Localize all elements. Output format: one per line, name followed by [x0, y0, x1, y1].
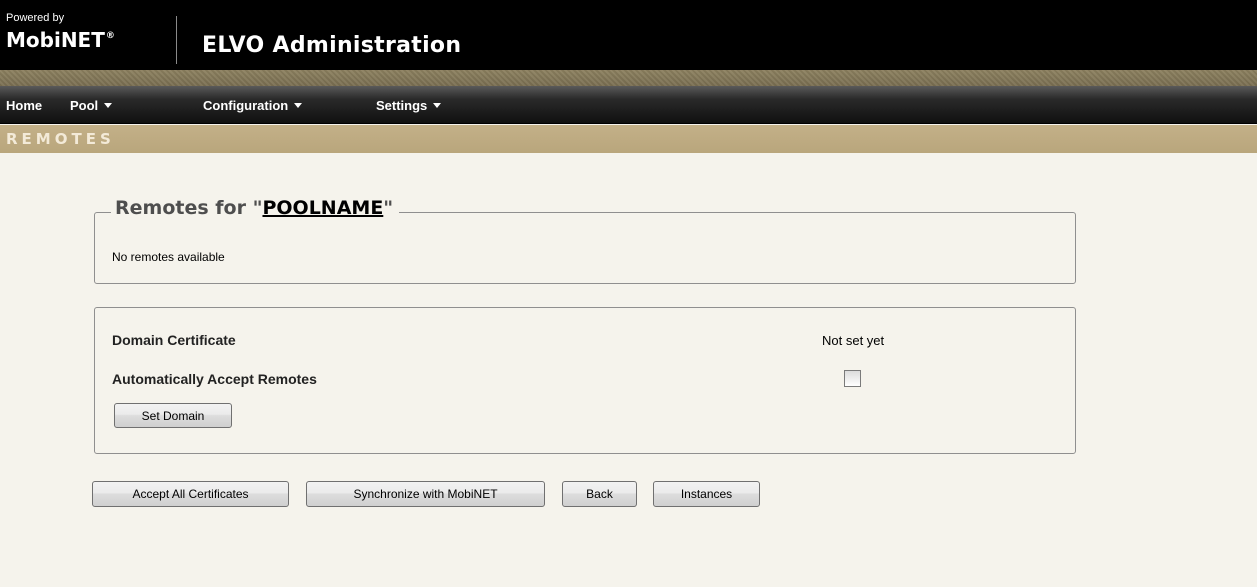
page-title: REMOTES — [6, 130, 115, 148]
domain-certificate-label: Domain Certificate — [112, 332, 236, 348]
pool-name-link[interactable]: POOLNAME — [262, 197, 383, 219]
no-remotes-message: No remotes available — [112, 250, 225, 264]
powered-by-text: Powered by — [6, 12, 65, 24]
nav-configuration-label: Configuration — [203, 98, 289, 113]
nav-home-label: Home — [6, 98, 43, 113]
instances-button[interactable]: Instances — [653, 481, 760, 507]
auto-accept-checkbox[interactable] — [844, 370, 861, 387]
nav-pool[interactable]: Pool — [70, 98, 113, 114]
app-title: ELVO Administration — [202, 33, 462, 58]
synchronize-button[interactable]: Synchronize with MobiNET — [306, 481, 545, 507]
brand-name: MobiNET — [6, 28, 105, 52]
registered-mark: ® — [105, 31, 115, 41]
remotes-fieldset: Remotes for "POOLNAME" No remotes availa… — [94, 195, 1076, 284]
section-header: REMOTES — [0, 125, 1257, 153]
legend-prefix: Remotes for " — [115, 197, 263, 219]
nav-pool-label: Pool — [70, 98, 99, 113]
domain-fieldset: Domain Certificate Not set yet Automatic… — [94, 307, 1076, 454]
header-texture-band — [0, 70, 1257, 86]
mobinet-logo: MobiNET® — [6, 25, 115, 51]
accept-all-certificates-button[interactable]: Accept All Certificates — [92, 481, 289, 507]
remotes-legend: Remotes for "POOLNAME" — [111, 195, 400, 221]
chevron-down-icon — [433, 103, 442, 108]
chevron-down-icon — [104, 103, 113, 108]
back-button[interactable]: Back — [562, 481, 637, 507]
brand-divider — [176, 16, 177, 64]
chevron-down-icon — [294, 103, 303, 108]
app-header: Powered by MobiNET® ELVO Administration — [0, 0, 1257, 70]
certificate-status: Not set yet — [822, 333, 885, 348]
nav-configuration[interactable]: Configuration — [203, 98, 303, 114]
legend-suffix: " — [383, 197, 394, 219]
set-domain-button[interactable]: Set Domain — [114, 403, 232, 428]
nav-settings-label: Settings — [376, 98, 428, 113]
nav-settings[interactable]: Settings — [376, 98, 442, 114]
nav-home[interactable]: Home — [6, 98, 42, 114]
main-nav: Home Pool Configuration Settings — [0, 86, 1257, 124]
auto-accept-label: Automatically Accept Remotes — [112, 371, 317, 387]
